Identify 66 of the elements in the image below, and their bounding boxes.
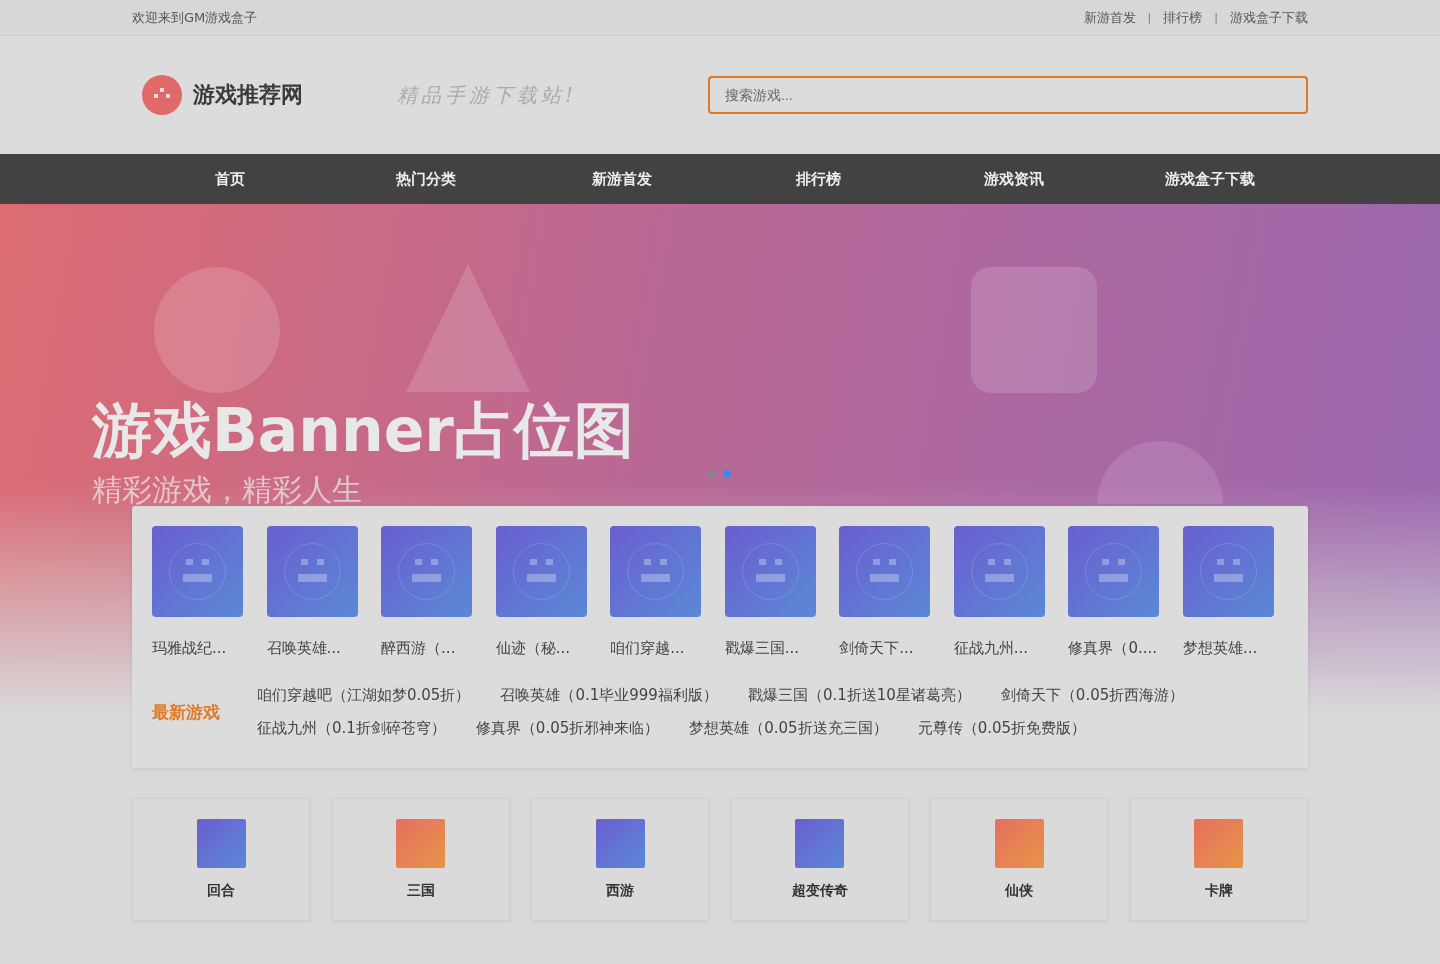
category-card[interactable]: 卡牌 [1129,798,1308,921]
welcome-text: 欢迎来到GM游戏盒子 [132,8,258,27]
game-name[interactable]: 咱们穿越... [610,639,685,658]
carousel-dot[interactable] [723,470,731,478]
search-field[interactable]: 搜索游戏... [708,76,1308,114]
nav-item[interactable]: 排行榜 [720,169,916,189]
separator: | [1147,11,1152,24]
game-name[interactable]: 召唤英雄... [266,639,341,658]
top-link[interactable]: 排行榜 [1163,8,1203,27]
game-thumbnail-icon[interactable] [1182,526,1274,617]
game-name[interactable]: 仙迹（秘... [495,639,570,658]
category-card[interactable]: 仙侠 [930,798,1109,921]
game-link[interactable]: 元尊传（0.05折免费版） [917,719,1087,738]
category-card[interactable]: 超变传奇 [730,798,909,921]
game-link[interactable]: 剑倚天下（0.05折西海游） [1000,686,1185,705]
game-name[interactable]: 玛雅战纪... [152,639,227,658]
nav-item[interactable]: 游戏盒子下载 [1112,169,1308,189]
game-thumbnail-icon[interactable] [724,526,816,617]
game-link[interactable]: 召唤英雄（0.1毕业999福利版） [500,686,718,705]
category-card[interactable]: 回合 [132,798,310,921]
carousel-dot[interactable] [708,470,716,478]
nav-item[interactable]: 首页 [132,169,328,189]
game-thumbnail-icon[interactable] [610,526,702,617]
category-label: 回合 [207,882,235,900]
game-thumbnail-icon[interactable] [953,526,1045,617]
nav-item[interactable]: 新游首发 [524,169,720,189]
game-thumbnail-icon[interactable] [839,526,931,617]
category-card[interactable]: 三国 [331,798,510,921]
game-link[interactable]: 梦想英雄（0.05折送充三国） [689,719,888,738]
game-name[interactable]: 修真界（0.... [1068,639,1157,658]
site-name: 游戏推荐网 [193,81,303,109]
game-name[interactable]: 剑倚天下... [839,639,914,658]
separator: | [1214,11,1218,24]
game-thumbnail-icon[interactable] [266,526,358,617]
category-label: 超变传奇 [791,882,848,900]
category-label: 三国 [406,882,435,900]
game-thumbnail-icon[interactable] [152,526,243,617]
category-icon [994,819,1044,868]
top-link[interactable]: 游戏盒子下载 [1230,8,1308,27]
category-icon [396,819,446,868]
game-link[interactable]: 修真界（0.05折邪神来临） [475,719,660,738]
game-link[interactable]: 征战九州（0.1折剑碎苍穹） [257,719,446,738]
game-name[interactable]: 醉西游（... [381,639,456,658]
banner-title: 游戏Banner占位图 [92,394,635,466]
category-card[interactable]: 西游 [531,798,710,921]
category-icon [1194,819,1244,868]
category-label: 仙侠 [1005,882,1034,900]
logo-icon [142,75,182,115]
category-icon [595,819,645,868]
game-thumbnail-icon[interactable] [381,526,473,617]
game-thumbnail-icon[interactable] [495,526,587,617]
game-link[interactable]: 戳爆三国（0.1折送10星诸葛亮） [747,686,971,705]
game-name[interactable]: 征战九州... [953,639,1029,658]
game-name[interactable]: 梦想英雄... [1182,639,1258,658]
nav-item[interactable]: 热门分类 [328,169,524,189]
game-name[interactable]: 戳爆三国... [724,639,800,658]
game-link[interactable]: 咱们穿越吧（江湖如梦0.05折） [257,686,471,705]
latest-games-label: 最新游戏 [152,700,221,724]
category-label: 西游 [606,882,635,900]
banner-subtitle: 精彩游戏，精彩人生 [92,471,362,509]
category-icon [795,819,845,868]
nav-item[interactable]: 游戏资讯 [916,169,1112,189]
category-icon [196,819,246,868]
top-link[interactable]: 新游首发 [1083,8,1136,27]
game-thumbnail-icon[interactable] [1068,526,1160,617]
category-label: 卡牌 [1204,882,1233,900]
